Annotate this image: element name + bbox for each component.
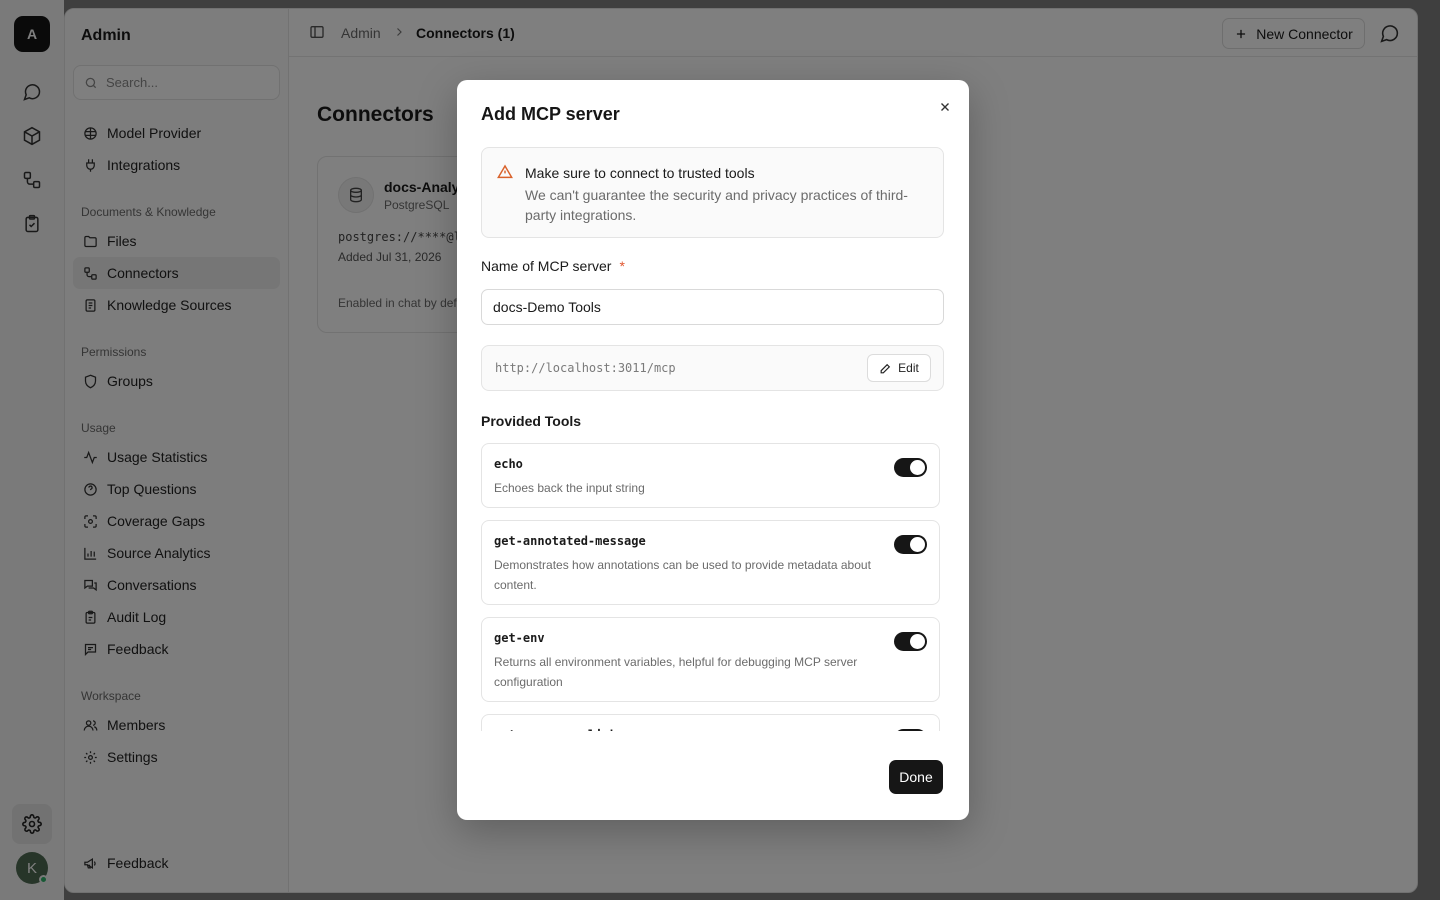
tool-row: get-resource-links: [481, 714, 940, 731]
dialog-title: Add MCP server: [481, 104, 620, 124]
tool-description: Echoes back the input string: [494, 481, 645, 495]
name-field-label: Name of MCP server *: [481, 258, 625, 274]
tool-name: get-env: [494, 631, 545, 645]
server-url-box: http://localhost:3011/mcp Edit: [481, 345, 944, 391]
done-button[interactable]: Done: [889, 760, 943, 794]
tool-name: get-resource-links: [494, 728, 624, 731]
provided-tools-heading: Provided Tools: [481, 413, 582, 429]
mcp-server-name-input[interactable]: [481, 289, 944, 325]
toggle-knob: [910, 537, 925, 552]
trust-warning: Make sure to connect to trusted tools We…: [481, 147, 944, 238]
pencil-icon: [879, 362, 892, 375]
tool-row: echo Echoes back the input string: [481, 443, 940, 508]
tool-description: Demonstrates how annotations can be used…: [494, 558, 871, 592]
edit-url-button[interactable]: Edit: [867, 354, 931, 382]
required-mark: *: [619, 258, 625, 274]
tool-toggle[interactable]: [894, 458, 927, 477]
name-label-text: Name of MCP server: [481, 258, 612, 274]
dialog-body[interactable]: Make sure to connect to trusted tools We…: [457, 146, 969, 731]
toggle-knob: [910, 460, 925, 475]
add-mcp-server-dialog: Add MCP server Make sure to connect to t…: [457, 80, 969, 820]
tool-toggle[interactable]: [894, 535, 927, 554]
tool-toggle[interactable]: [894, 729, 927, 731]
edit-label: Edit: [898, 361, 919, 375]
warning-text: We can't guarantee the security and priv…: [525, 187, 908, 223]
toggle-knob: [910, 634, 925, 649]
tool-row: get-annotated-message Demonstrates how a…: [481, 520, 940, 605]
tool-name: echo: [494, 457, 523, 471]
close-icon[interactable]: [935, 97, 955, 117]
server-url: http://localhost:3011/mcp: [495, 361, 676, 375]
tool-row: get-env Returns all environment variable…: [481, 617, 940, 702]
tool-toggle[interactable]: [894, 632, 927, 651]
tool-description: Returns all environment variables, helpf…: [494, 655, 858, 689]
warning-title: Make sure to connect to trusted tools: [525, 165, 755, 181]
warning-triangle-icon: [497, 164, 513, 180]
tool-name: get-annotated-message: [494, 534, 646, 548]
